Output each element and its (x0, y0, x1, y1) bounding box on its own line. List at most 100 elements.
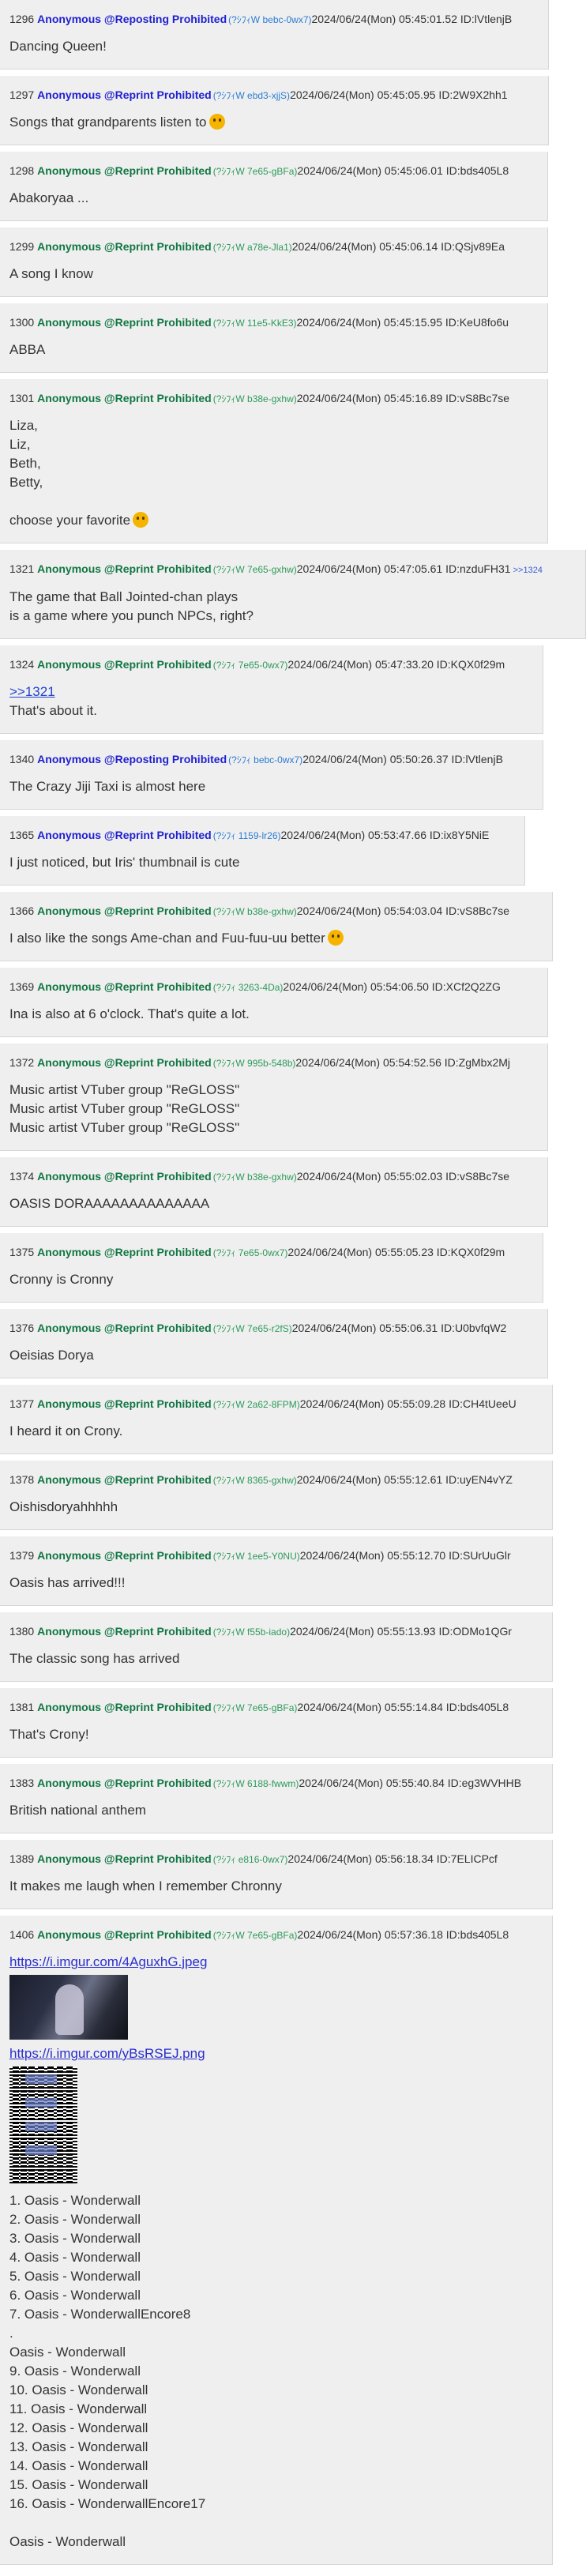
post-body: The Crazy Jiji Taxi is almost here (9, 777, 533, 796)
poster-trip: (?ｼﾌｨW 995b-548b) (212, 1058, 296, 1069)
post: 1389 Anonymous @Reprint Prohibited (?ｼﾌｨ e… (0, 1840, 553, 1909)
post-number[interactable]: 1340 (9, 753, 34, 765)
post: 1296 Anonymous @Reposting Prohibited (?ｼﾌｨ… (0, 0, 549, 70)
poster-trip: (?ｼﾌｨW f55b-iado) (212, 1626, 291, 1638)
post-number[interactable]: 1372 (9, 1056, 34, 1069)
post: 1365 Anonymous @Reprint Prohibited (?ｼﾌｨ 1… (0, 816, 525, 886)
post: 1376 Anonymous @Reprint Prohibited (?ｼﾌｨW … (0, 1309, 548, 1378)
post-text-line: Oeisias Dorya (9, 1346, 538, 1365)
post: 1324 Anonymous @Reprint Prohibited (?ｼﾌｨ 7… (0, 645, 543, 734)
post-number[interactable]: 1365 (9, 829, 34, 841)
post-body: Cronny is Cronny (9, 1270, 533, 1289)
post-number[interactable]: 1296 (9, 13, 34, 25)
post: 1298 Anonymous @Reprint Prohibited (?ｼﾌｨW … (0, 152, 548, 221)
post: 1372 Anonymous @Reprint Prohibited (?ｼﾌｨW … (0, 1044, 548, 1151)
post-header: 1375 Anonymous @Reprint Prohibited (?ｼﾌｨ 7… (9, 1244, 533, 1261)
post-header: 1381 Anonymous @Reprint Prohibited (?ｼﾌｨW … (9, 1699, 543, 1716)
post-header: 1389 Anonymous @Reprint Prohibited (?ｼﾌｨ e… (9, 1851, 543, 1867)
poster-trip: (?ｼﾌｨW a78e-Jla1) (212, 242, 292, 253)
post-text-line: That's Crony! (9, 1725, 543, 1744)
post-number[interactable]: 1297 (9, 88, 34, 101)
poster-trip: (?ｼﾌｨ e816-0wx7) (212, 1854, 288, 1865)
post: 1321 Anonymous @Reprint Prohibited (?ｼﾌｨW … (0, 550, 586, 639)
poster-name: Anonymous @Reprint Prohibited (37, 904, 212, 917)
post-text-line: 9. Oasis - Wonderwall (9, 2362, 543, 2381)
poster-name: Anonymous @Reprint Prohibited (37, 1322, 212, 1334)
post-text-line: 13. Oasis - Wonderwall (9, 2438, 543, 2457)
post-number[interactable]: 1324 (9, 658, 34, 671)
post-number[interactable]: 1299 (9, 240, 34, 253)
thumbnail-figure (55, 1984, 84, 2035)
post: 1378 Anonymous @Reprint Prohibited (?ｼﾌｨW … (0, 1461, 553, 1530)
post-header: 1340 Anonymous @Reposting Prohibited (?ｼﾌｨ… (9, 751, 533, 768)
poster-name: Anonymous @Reprint Prohibited (37, 562, 212, 575)
post-header: 1372 Anonymous @Reprint Prohibited (?ｼﾌｨW … (9, 1055, 538, 1071)
post-number[interactable]: 1379 (9, 1549, 34, 1562)
poster-name: Anonymous @Reprint Prohibited (37, 1928, 212, 1941)
post-number[interactable]: 1383 (9, 1777, 34, 1789)
image-link[interactable]: https://i.imgur.com/4AguxhG.jpeg (9, 1953, 543, 1972)
post-text: . (9, 2326, 13, 2341)
post-text-line: 5. Oasis - Wonderwall (9, 2267, 543, 2286)
post-number[interactable]: 1389 (9, 1852, 34, 1865)
emoji-icon (133, 512, 149, 528)
post-text: Oeisias Dorya (9, 1348, 94, 1363)
post-body: Songs that grandparents listen to (9, 113, 539, 132)
post-number[interactable]: 1369 (9, 980, 34, 993)
post-text-line: Betty, (9, 473, 538, 492)
post-body: Oeisias Dorya (9, 1346, 538, 1365)
post-text-line: 2. Oasis - Wonderwall (9, 2210, 543, 2229)
post-header: 1300 Anonymous @Reprint Prohibited (?ｼﾌｨW … (9, 314, 538, 331)
post-number[interactable]: 1300 (9, 316, 34, 329)
post-text-line: ABBA (9, 340, 538, 359)
post-text-line: Ina is also at 6 o'clock. That's quite a… (9, 1005, 538, 1024)
post-meta: 2024/06/24(Mon) 05:55:05.23 ID:KQX0f29m (287, 1246, 505, 1258)
poster-name: Anonymous @Reprint Prohibited (37, 1056, 212, 1069)
poster-trip: (?ｼﾌｨW b38e-gxhw) (212, 393, 297, 404)
post-meta: 2024/06/24(Mon) 05:45:06.14 ID:QSjv89Ea (291, 240, 505, 253)
post: 1297 Anonymous @Reprint Prohibited (?ｼﾌｨW … (0, 76, 549, 145)
poster-trip: (?ｼﾌｨW b38e-gxhw) (212, 1171, 297, 1183)
post-number[interactable]: 1376 (9, 1322, 34, 1334)
poster-name: Anonymous @Reprint Prohibited (37, 1852, 212, 1865)
poster-name: Anonymous @Reprint Prohibited (37, 316, 212, 329)
thumbnail-image[interactable] (9, 2066, 77, 2183)
post-number[interactable]: 1380 (9, 1625, 34, 1638)
thumbnail-image[interactable] (9, 1975, 128, 2040)
quote-link[interactable]: >>1321 (9, 683, 533, 701)
post-body: OASIS DORAAAAAAAAAAAAAA (9, 1194, 538, 1213)
post-number[interactable]: 1381 (9, 1701, 34, 1713)
post-text: 15. Oasis - Wonderwall (9, 2477, 148, 2492)
post: 1406 Anonymous @Reprint Prohibited (?ｼﾌｨW … (0, 1916, 553, 2565)
image-link[interactable]: https://i.imgur.com/yBsRSEJ.png (9, 2044, 543, 2063)
post-header: 1298 Anonymous @Reprint Prohibited (?ｼﾌｨW … (9, 163, 538, 179)
post: 1299 Anonymous @Reprint Prohibited (?ｼﾌｨW … (0, 228, 548, 297)
post-header: 1376 Anonymous @Reprint Prohibited (?ｼﾌｨW … (9, 1320, 538, 1337)
post-text-line: The Crazy Jiji Taxi is almost here (9, 777, 533, 796)
post-number[interactable]: 1378 (9, 1473, 34, 1486)
poster-name: Anonymous @Reposting Prohibited (37, 13, 227, 25)
reply-ref-link[interactable]: >>1324 (513, 566, 543, 575)
post-number[interactable]: 1406 (9, 1928, 34, 1941)
post-text: Ina is also at 6 o'clock. That's quite a… (9, 1006, 250, 1021)
post-number[interactable]: 1375 (9, 1246, 34, 1258)
post-text-line: Songs that grandparents listen to (9, 113, 539, 132)
post-text-line: It makes me laugh when I remember Chronn… (9, 1877, 543, 1896)
post-number[interactable]: 1377 (9, 1397, 34, 1410)
post-number[interactable]: 1321 (9, 562, 34, 575)
poster-trip: (?ｼﾌｨ 7e65-0wx7) (212, 1247, 288, 1258)
poster-name: Anonymous @Reprint Prohibited (37, 1170, 212, 1183)
post-number[interactable]: 1366 (9, 904, 34, 917)
post: 1301 Anonymous @Reprint Prohibited (?ｼﾌｨW … (0, 379, 548, 543)
poster-trip: (?ｼﾌｨW 7e65-gBFa) (212, 1702, 298, 1713)
post-text-line: Oasis - Wonderwall (9, 2343, 543, 2362)
post-text: Abakoryaa ... (9, 190, 89, 205)
post: 1375 Anonymous @Reprint Prohibited (?ｼﾌｨ 7… (0, 1233, 543, 1303)
post-number[interactable]: 1301 (9, 392, 34, 404)
post-number[interactable]: 1374 (9, 1170, 34, 1183)
post-meta: 2024/06/24(Mon) 05:55:12.61 ID:uyEN4vYZ (296, 1473, 513, 1486)
post-header: 1321 Anonymous @Reprint Prohibited (?ｼﾌｨW … (9, 561, 576, 578)
post-text: choose your favorite (9, 513, 131, 528)
post-number[interactable]: 1298 (9, 164, 34, 177)
post-text: is a game where you punch NPCs, right? (9, 608, 254, 623)
